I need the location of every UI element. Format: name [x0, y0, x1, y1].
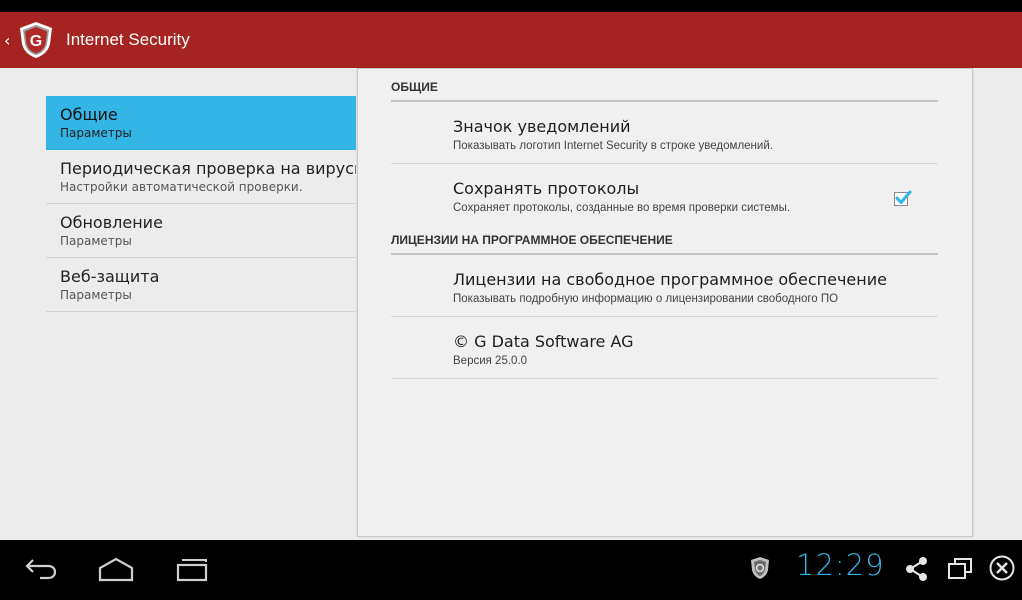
pref-title: © G Data Software AG [453, 332, 634, 351]
close-circle-icon[interactable] [988, 554, 1016, 582]
section-header-licenses: ЛИЦЕНЗИИ НА ПРОГРАММНОЕ ОБЕСПЕЧЕНИЕ [391, 222, 938, 255]
screen-icon[interactable] [946, 556, 974, 582]
settings-detail-panel: ОБЩИЕ Значок уведомлений Показывать лого… [357, 68, 973, 537]
home-icon[interactable] [97, 554, 135, 584]
pref-summary: Показывать подробную информацию о лиценз… [453, 293, 839, 305]
action-bar: ‹ G Internet Security [0, 12, 1022, 68]
share-icon[interactable] [904, 556, 930, 582]
category-title: Веб-защита [60, 267, 160, 286]
pref-title: Лицензии на свободное программное обеспе… [453, 270, 887, 289]
save-logs-checkbox[interactable] [894, 190, 912, 206]
app-title: Internet Security [66, 30, 190, 49]
system-clock: 12:29 [796, 548, 885, 582]
category-item-web-protection[interactable]: Веб-защита Параметры [46, 258, 356, 312]
status-strip [0, 0, 1022, 12]
category-subtitle: Настройки автоматической проверки. [60, 180, 303, 194]
pref-save-logs[interactable]: Сохранять протоколы Сохраняет протоколы,… [391, 164, 938, 222]
g-data-shield-icon[interactable]: G [16, 20, 56, 60]
pref-title: Сохранять протоколы [453, 179, 640, 198]
system-navigation-bar: 12:29 [0, 540, 1022, 600]
section-header-general: ОБЩИЕ [391, 69, 938, 102]
pref-summary: Показывать логотип Internet Security в с… [453, 140, 773, 152]
category-subtitle: Параметры [60, 126, 132, 140]
category-title: Общие [60, 105, 118, 124]
chevron-left-icon[interactable]: ‹ [4, 31, 14, 50]
pref-free-licenses[interactable]: Лицензии на свободное программное обеспе… [391, 255, 938, 317]
settings-category-list: Общие Параметры Периодическая проверка н… [46, 96, 356, 312]
category-item-general[interactable]: Общие Параметры [46, 96, 356, 150]
category-item-periodic-scan[interactable]: Периодическая проверка на вирусы Настрой… [46, 150, 356, 204]
category-subtitle: Параметры [60, 234, 132, 248]
category-item-update[interactable]: Обновление Параметры [46, 204, 356, 258]
pref-title: Значок уведомлений [453, 117, 631, 136]
pref-about[interactable]: © G Data Software AG Версия 25.0.0 [391, 317, 938, 379]
checkmark-icon [895, 190, 912, 204]
pref-notification-icon[interactable]: Значок уведомлений Показывать логотип In… [391, 102, 938, 164]
category-title: Периодическая проверка на вирусы [60, 159, 356, 178]
logo-letter: G [30, 33, 42, 50]
pref-summary: Сохраняет протоколы, созданные во время … [453, 202, 791, 214]
category-title: Обновление [60, 213, 163, 232]
category-subtitle: Параметры [60, 288, 132, 302]
g-data-notification-icon [751, 557, 769, 579]
recent-apps-icon[interactable] [173, 554, 211, 584]
back-icon[interactable] [22, 554, 58, 584]
pref-summary: Версия 25.0.0 [453, 355, 528, 367]
